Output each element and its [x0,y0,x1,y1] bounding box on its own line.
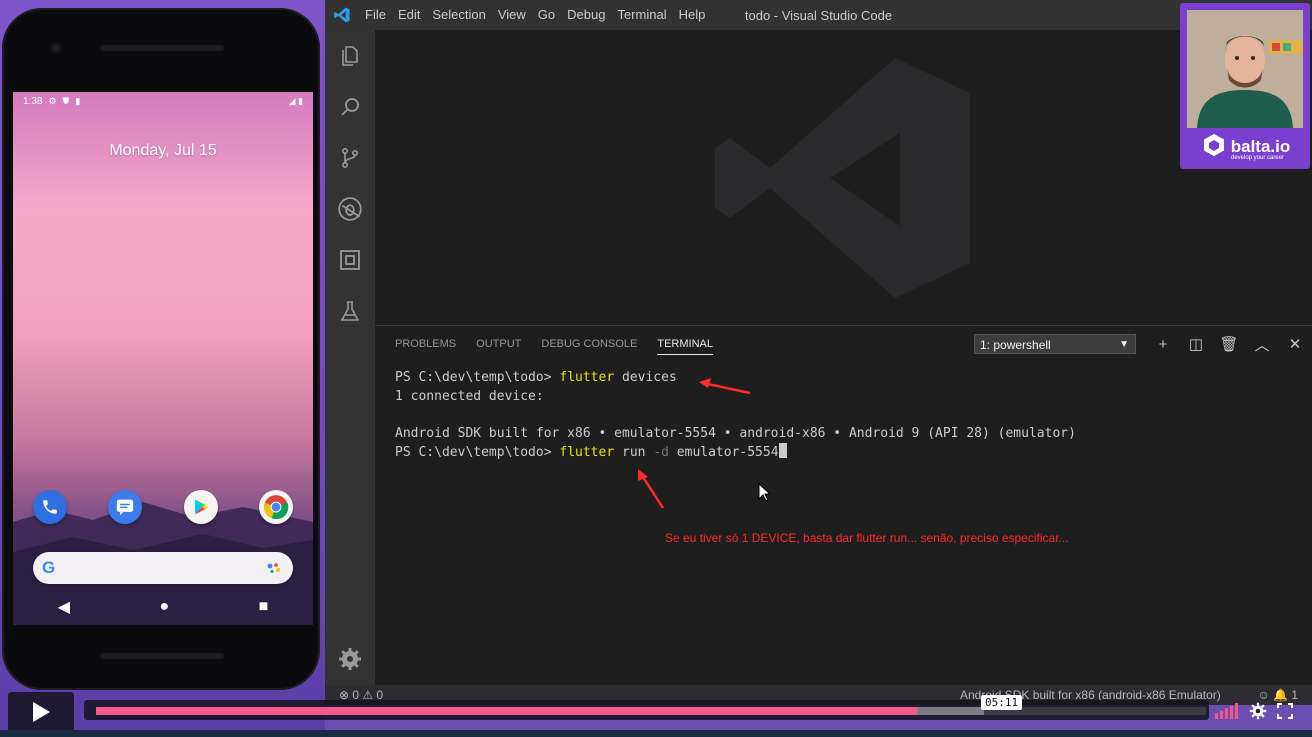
search-icon[interactable] [334,91,366,123]
messages-app-icon[interactable] [108,490,143,524]
menu-debug[interactable]: Debug [561,0,611,30]
panel-toolbar: + ◫ 🗑 ︿ ✕ [1153,334,1305,354]
terminal-line: 1 connected device: [395,388,544,404]
menu-file[interactable]: File [359,0,392,30]
terminal-select-value: 1: powershell [980,338,1051,352]
presenter-video [1187,10,1303,128]
chevron-down-icon: ▼ [1119,339,1129,350]
play-icon [33,702,50,722]
tab-output[interactable]: OUTPUT [476,338,521,355]
terminal-command: flutter [559,445,615,461]
android-emulator: 1:38 ⚙ ⛊ ▮ ◢ ▮ Monday, Jul 15 G ◀ ● ■ [2,8,320,690]
split-terminal-icon[interactable]: ◫ [1186,334,1206,354]
panel-tabs: PROBLEMS OUTPUT DEBUG CONSOLE TERMINAL [395,338,713,355]
source-control-icon[interactable] [334,142,366,174]
annotation-arrow-icon [699,378,751,395]
player-right-tools [1215,702,1293,720]
home-nav-icon[interactable]: ● [159,598,169,616]
phone-app-icon[interactable] [33,490,67,524]
menu-help[interactable]: Help [673,0,712,30]
terminal-arg: run [614,445,654,461]
extensions-icon[interactable] [334,244,366,276]
vscode-window: File Edit Selection View Go Debug Termin… [325,0,1312,705]
brand-tagline: develop your career [1231,155,1285,161]
terminal-command: flutter [559,370,615,385]
terminal-line: Android SDK built for x86 • emulator-555… [395,425,1076,441]
menu-terminal[interactable]: Terminal [611,0,672,30]
tab-terminal[interactable]: TERMINAL [657,338,713,355]
balta-logo-icon [1204,134,1224,156]
annotation-note: Se eu tiver só 1 DEVICE, basta dar flutt… [665,531,1069,545]
terminal-arg: emulator-5554 [668,445,779,461]
kill-terminal-icon[interactable]: 🗑 [1219,334,1239,354]
settings-status-icon: ⚙ [48,95,57,106]
lockscreen-date[interactable]: Monday, Jul 15 [13,142,313,160]
android-nav-bar: ◀ ● ■ [13,592,313,622]
settings-gear-icon[interactable] [1249,702,1267,720]
menu-view[interactable]: View [492,0,532,30]
terminal-panel: PROBLEMS OUTPUT DEBUG CONSOLE TERMINAL 1… [375,325,1312,686]
annotation-arrow-icon [638,469,665,509]
progress-container: 05:11 [84,695,1209,720]
terminal-prompt: PS C:\dev\temp\todo> [395,445,560,461]
vscode-watermark-icon [715,58,970,298]
balta-brand: balta.io develop your career [1202,133,1290,161]
new-terminal-icon[interactable]: + [1153,334,1173,354]
webcam-overlay: balta.io develop your career [1180,3,1310,169]
phone-speaker [100,45,224,51]
title-bar: File Edit Selection View Go Debug Termin… [325,0,1312,30]
terminal-select-dropdown[interactable]: 1: powershell ▼ [974,334,1136,354]
terminal-flag: -d [653,445,669,461]
explorer-icon[interactable] [334,40,366,72]
taskbar-peek [0,730,1312,737]
sdcard-status-icon: ▮ [75,95,81,106]
home-dock [33,490,293,524]
settings-gear-icon[interactable] [334,643,366,675]
phone-screen[interactable]: 1:38 ⚙ ⛊ ▮ ◢ ▮ Monday, Jul 15 G ◀ ● ■ [13,92,313,625]
debug-icon[interactable] [334,193,366,225]
menu-go[interactable]: Go [532,0,561,30]
google-logo: G [42,558,56,577]
assistant-icon[interactable] [267,562,281,574]
editor-area[interactable] [375,30,1312,325]
mouse-pointer-icon [758,483,772,502]
phone-status-time: 1:38 [23,95,43,107]
menu-selection[interactable]: Selection [426,0,491,30]
shield-status-icon: ⛊ [62,95,70,106]
google-search-bar[interactable]: G [33,552,293,584]
terminal-prompt: PS C:\dev\temp\todo> [395,370,560,385]
vscode-logo-icon [325,0,359,30]
current-time-badge: 05:11 [981,695,1023,710]
terminal-arg: devices [614,370,677,385]
activity-bar [325,30,375,685]
tab-problems[interactable]: PROBLEMS [395,338,456,355]
progress-bar[interactable] [96,707,1206,715]
brand-name: balta.io [1230,137,1291,156]
phone-speaker-bottom [100,653,224,659]
test-flask-icon[interactable] [334,295,366,327]
fullscreen-icon[interactable] [1277,703,1293,719]
maximize-panel-icon[interactable]: ︿ [1252,334,1272,354]
volume-bars-icon[interactable] [1215,703,1239,719]
back-nav-icon[interactable]: ◀ [58,597,70,617]
progress-played [96,707,918,715]
chrome-app-icon[interactable] [258,490,293,524]
signal-battery-icon: ◢ ▮ [288,95,303,106]
close-panel-icon[interactable]: ✕ [1285,334,1305,354]
recents-nav-icon[interactable]: ■ [259,598,269,616]
play-store-app-icon[interactable] [183,490,218,524]
play-button[interactable] [8,692,74,732]
menu-edit[interactable]: Edit [392,0,426,30]
terminal-cursor [778,443,787,459]
tab-debug-console[interactable]: DEBUG CONSOLE [541,338,637,355]
phone-camera [50,42,62,54]
phone-status-bar: 1:38 ⚙ ⛊ ▮ ◢ ▮ [13,92,313,110]
